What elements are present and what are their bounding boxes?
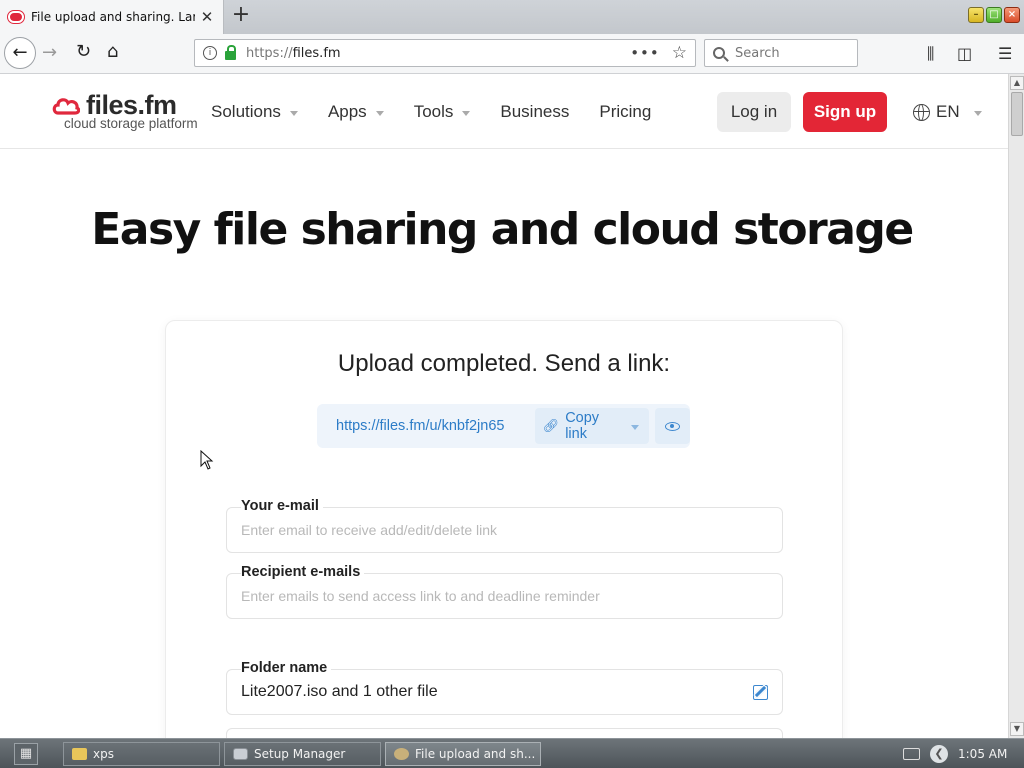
- site-header: files.fm cloud storage platform Solution…: [0, 74, 1008, 149]
- web-page: files.fm cloud storage platform Solution…: [0, 74, 1008, 738]
- home-icon[interactable]: ⌂: [107, 41, 118, 62]
- sidebar-icon[interactable]: ◫: [957, 44, 972, 63]
- language-code: EN: [936, 102, 960, 121]
- library-icon[interactable]: ⫼: [927, 44, 934, 64]
- recipients-label: Recipient e-mails: [241, 564, 365, 580]
- tab-strip: File upload and sharing. Large ✕ + – □ ×: [0, 0, 1024, 34]
- menu-icon[interactable]: ☰: [998, 44, 1012, 63]
- tab-title: File upload and sharing. Large: [31, 10, 195, 24]
- eye-icon: [664, 421, 680, 431]
- page-title: Easy file sharing and cloud storage: [91, 204, 914, 255]
- folder-icon: [72, 748, 87, 760]
- window-controls: – □ ×: [968, 7, 1020, 23]
- chevron-down-icon: [630, 424, 639, 430]
- lock-icon: [225, 44, 236, 60]
- minimize-window-icon[interactable]: –: [968, 7, 984, 23]
- signup-button[interactable]: Sign up: [803, 92, 887, 132]
- site-info-icon[interactable]: i: [203, 46, 217, 60]
- keyboard-icon[interactable]: [903, 748, 920, 760]
- close-window-icon[interactable]: ×: [1004, 7, 1020, 23]
- nav-tools[interactable]: Tools: [414, 102, 471, 122]
- search-bar[interactable]: Search: [704, 39, 858, 67]
- filesfm-favicon-icon: [8, 11, 24, 23]
- chevron-down-icon: [375, 110, 384, 116]
- recipients-input[interactable]: [241, 588, 768, 604]
- next-field[interactable]: [226, 728, 783, 738]
- language-selector[interactable]: EN: [913, 102, 982, 122]
- nav-business-label: Business: [500, 102, 570, 121]
- maximize-window-icon[interactable]: □: [986, 7, 1002, 23]
- forward-arrow-icon[interactable]: →: [42, 42, 57, 63]
- url-text[interactable]: https://files.fm: [246, 46, 341, 61]
- address-bar[interactable]: i https://files.fm ••• ☆: [194, 39, 696, 67]
- search-icon: [713, 47, 725, 59]
- page-actions-icon[interactable]: •••: [630, 44, 660, 62]
- os-taskbar: ▦ xps Setup Manager File upload and sh..…: [0, 738, 1024, 768]
- scroll-down-icon[interactable]: ▼: [1010, 722, 1024, 736]
- chevron-down-icon: [973, 110, 982, 116]
- share-link-bar: https://files.fm/u/knbf2jn65 🔗︎ Copy lin…: [317, 404, 690, 448]
- share-link[interactable]: https://files.fm/u/knbf2jn65: [336, 418, 535, 434]
- search-placeholder: Search: [735, 45, 780, 61]
- taskbar-item-label: File upload and sh...: [415, 747, 536, 761]
- preview-button[interactable]: [654, 408, 690, 444]
- browser-toolbar: ← → ↻ ⌂ i https://files.fm ••• ☆ Search …: [0, 34, 1024, 74]
- nav-pricing[interactable]: Pricing: [599, 102, 651, 122]
- upload-heading: Upload completed. Send a link:: [337, 350, 671, 377]
- system-clock: 1:05 AM: [958, 747, 1008, 761]
- logo-tagline: cloud storage platform: [64, 116, 198, 131]
- nav-business[interactable]: Business: [500, 102, 569, 122]
- scroll-thumb[interactable]: [1011, 92, 1023, 136]
- browser-tab[interactable]: File upload and sharing. Large ✕: [0, 0, 224, 34]
- nav-apps-label: Apps: [327, 102, 367, 121]
- nav-apps[interactable]: Apps: [328, 102, 384, 122]
- tray-back-icon[interactable]: ❮: [930, 745, 948, 763]
- taskbar-item-label: Setup Manager: [254, 747, 346, 761]
- page-scrollbar[interactable]: ▲ ▼: [1008, 74, 1024, 738]
- scroll-up-icon[interactable]: ▲: [1010, 76, 1024, 90]
- taskbar-item-setup-manager[interactable]: Setup Manager: [224, 742, 381, 766]
- close-tab-icon[interactable]: ✕: [199, 8, 215, 26]
- taskbar-item-xps[interactable]: xps: [63, 742, 220, 766]
- bookmark-star-icon[interactable]: ☆: [672, 43, 687, 63]
- new-tab-icon[interactable]: +: [230, 4, 252, 28]
- nav-solutions[interactable]: Solutions: [211, 102, 298, 122]
- chevron-down-icon: [462, 110, 471, 116]
- filesfm-logo[interactable]: files.fm cloud storage platform: [52, 90, 198, 132]
- main-nav: Solutions Apps Tools Business Pricing: [211, 102, 681, 122]
- copy-link-label: Copy link: [565, 410, 600, 442]
- setup-manager-icon: [233, 748, 248, 760]
- taskbar-item-label: xps: [93, 747, 114, 761]
- link-icon: 🔗︎: [542, 418, 560, 433]
- start-menu-icon[interactable]: ▦: [14, 743, 38, 765]
- login-button[interactable]: Log in: [717, 92, 791, 132]
- reload-icon[interactable]: ↻: [76, 41, 91, 62]
- url-scheme: https://: [246, 45, 293, 61]
- folder-name-label: Folder name: [241, 660, 332, 676]
- email-label: Your e-mail: [241, 498, 323, 514]
- chevron-down-icon: [289, 110, 298, 116]
- folder-name-value: Lite2007.iso and 1 other file: [241, 683, 438, 700]
- email-input[interactable]: [241, 522, 768, 538]
- firefox-icon: [394, 748, 409, 760]
- nav-tools-label: Tools: [413, 102, 454, 121]
- back-arrow-icon[interactable]: ←: [4, 37, 36, 69]
- nav-solutions-label: Solutions: [211, 102, 281, 121]
- taskbar-item-firefox[interactable]: File upload and sh...: [385, 742, 541, 766]
- cloud-logo-icon: [52, 98, 80, 115]
- nav-pricing-label: Pricing: [599, 102, 652, 121]
- copy-link-button[interactable]: 🔗︎ Copy link: [534, 408, 649, 444]
- globe-icon: [913, 103, 930, 121]
- edit-icon[interactable]: [753, 684, 768, 700]
- mouse-cursor-icon: [200, 450, 214, 470]
- url-host: files.fm: [292, 45, 341, 61]
